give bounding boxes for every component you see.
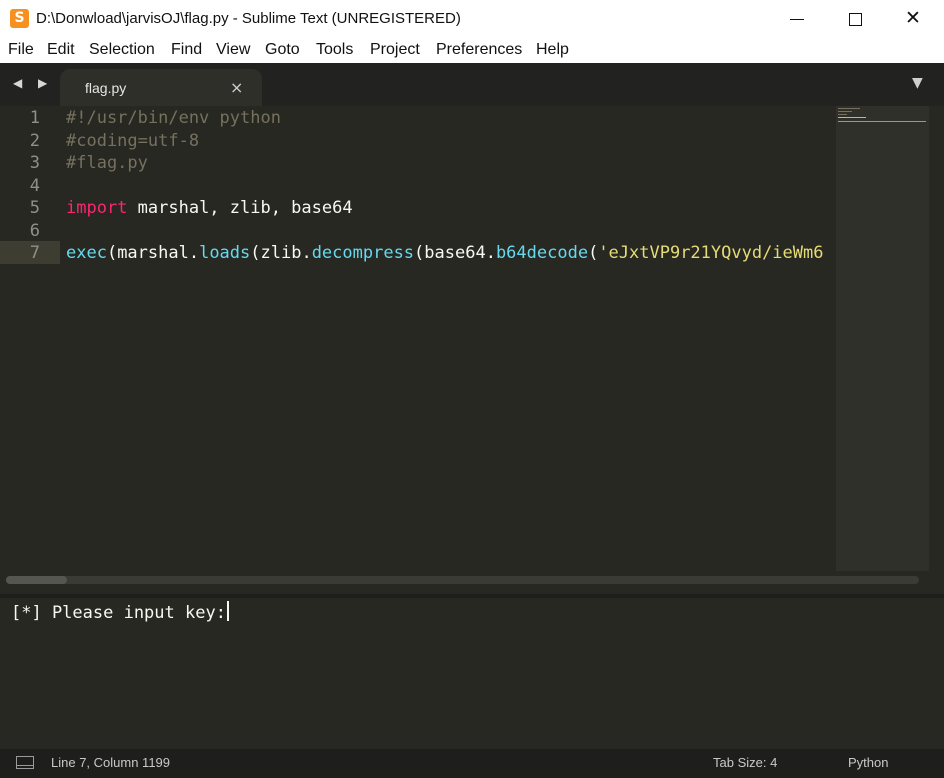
status-bar: Line 7, Column 1199 Tab Size: 4 Python [0, 749, 944, 778]
tab-label: flag.py [85, 80, 127, 96]
keyword-import: import [66, 198, 128, 218]
minimap-line [838, 121, 926, 122]
tab-close-icon[interactable]: × [230, 78, 243, 97]
sublime-text-app-icon: S [10, 9, 29, 28]
import-modules: marshal, zlib, base64 [127, 198, 353, 218]
token-paren: ( [588, 243, 599, 263]
line-number: 6 [29, 220, 40, 241]
minimap[interactable] [836, 106, 929, 571]
window-title: D:\Donwload\jarvisOJ\flag.py - Sublime T… [36, 10, 461, 27]
maximize-button[interactable] [826, 0, 884, 38]
menu-edit[interactable]: Edit [47, 41, 75, 59]
token-encoded-string: 'eJxtVP9r21YQvyd/ieWm6 [598, 243, 824, 263]
text-cursor [226, 601, 229, 621]
code-line-2: #coding=utf-8 [66, 130, 200, 151]
minimize-icon [790, 19, 804, 20]
menu-find[interactable]: Find [171, 41, 202, 59]
minimap-line [838, 111, 852, 112]
minimap-line [838, 108, 860, 109]
menu-bar: File Edit Selection Find View Goto Tools… [0, 38, 944, 63]
menu-view[interactable]: View [216, 41, 250, 59]
token-exec: exec [66, 243, 107, 263]
horizontal-scrollbar-thumb[interactable] [6, 576, 67, 584]
tab-bar: ◀ ▶ flag.py × ▼ [0, 63, 944, 106]
code-line-1: #!/usr/bin/env python [66, 108, 281, 128]
menu-goto[interactable]: Goto [265, 41, 300, 59]
menu-file[interactable]: File [8, 41, 34, 59]
token-b64decode: b64decode [495, 243, 589, 263]
minimap-line [838, 117, 866, 118]
output-prompt: [*] Please input key: [11, 603, 226, 623]
tab-nav-arrows-icon[interactable]: ◀ ▶ [13, 76, 53, 90]
cursor-position: Line 7, Column 1199 [51, 755, 171, 770]
close-icon: ✕ [905, 7, 921, 29]
close-window-button[interactable]: ✕ [884, 0, 942, 38]
output-panel[interactable]: [*] Please input key: [0, 594, 944, 749]
maximize-icon [849, 13, 862, 26]
menu-preferences[interactable]: Preferences [436, 41, 522, 59]
vertical-scrollbar[interactable] [929, 106, 944, 594]
line-number: 4 [29, 175, 40, 196]
menu-tools[interactable]: Tools [316, 41, 353, 59]
token-decompress: decompress [311, 243, 415, 263]
line-number: 2 [29, 130, 40, 151]
tab-flag-py[interactable]: flag.py × [60, 69, 262, 106]
token-base64: (base64. [414, 243, 496, 263]
token-zlib: (zlib. [250, 243, 312, 263]
menu-help[interactable]: Help [536, 41, 569, 59]
code-editor[interactable]: 1 2 3 4 5 6 7 #!/usr/bin/env python #cod… [0, 106, 944, 594]
tab-dropdown-icon[interactable]: ▼ [912, 75, 923, 91]
token-marshal: (marshal. [106, 243, 200, 263]
code-line-7: exec(marshal.loads(zlib.decompress(base6… [66, 242, 823, 265]
line-number: 5 [29, 198, 40, 218]
menu-selection[interactable]: Selection [89, 41, 155, 59]
syntax-setting[interactable]: Python [848, 755, 888, 770]
horizontal-scrollbar-track[interactable] [6, 576, 919, 584]
line-number-current: 7 [29, 243, 40, 263]
code-text-area[interactable]: #!/usr/bin/env python #coding=utf-8 #fla… [66, 106, 836, 406]
line-number: 1 [29, 108, 40, 128]
tab-size-setting[interactable]: Tab Size: 4 [713, 755, 777, 770]
panel-toggle-icon[interactable] [16, 756, 34, 769]
token-loads: loads [199, 243, 251, 263]
line-number: 3 [29, 153, 40, 173]
menu-project[interactable]: Project [370, 41, 420, 59]
output-text: [*] Please input key: [11, 601, 229, 623]
code-line-5: import marshal, zlib, base64 [66, 197, 353, 220]
code-line-3: #flag.py [66, 153, 148, 173]
title-bar: S D:\Donwload\jarvisOJ\flag.py - Sublime… [0, 0, 944, 38]
minimap-line [838, 114, 847, 115]
minimize-button[interactable] [768, 0, 826, 38]
